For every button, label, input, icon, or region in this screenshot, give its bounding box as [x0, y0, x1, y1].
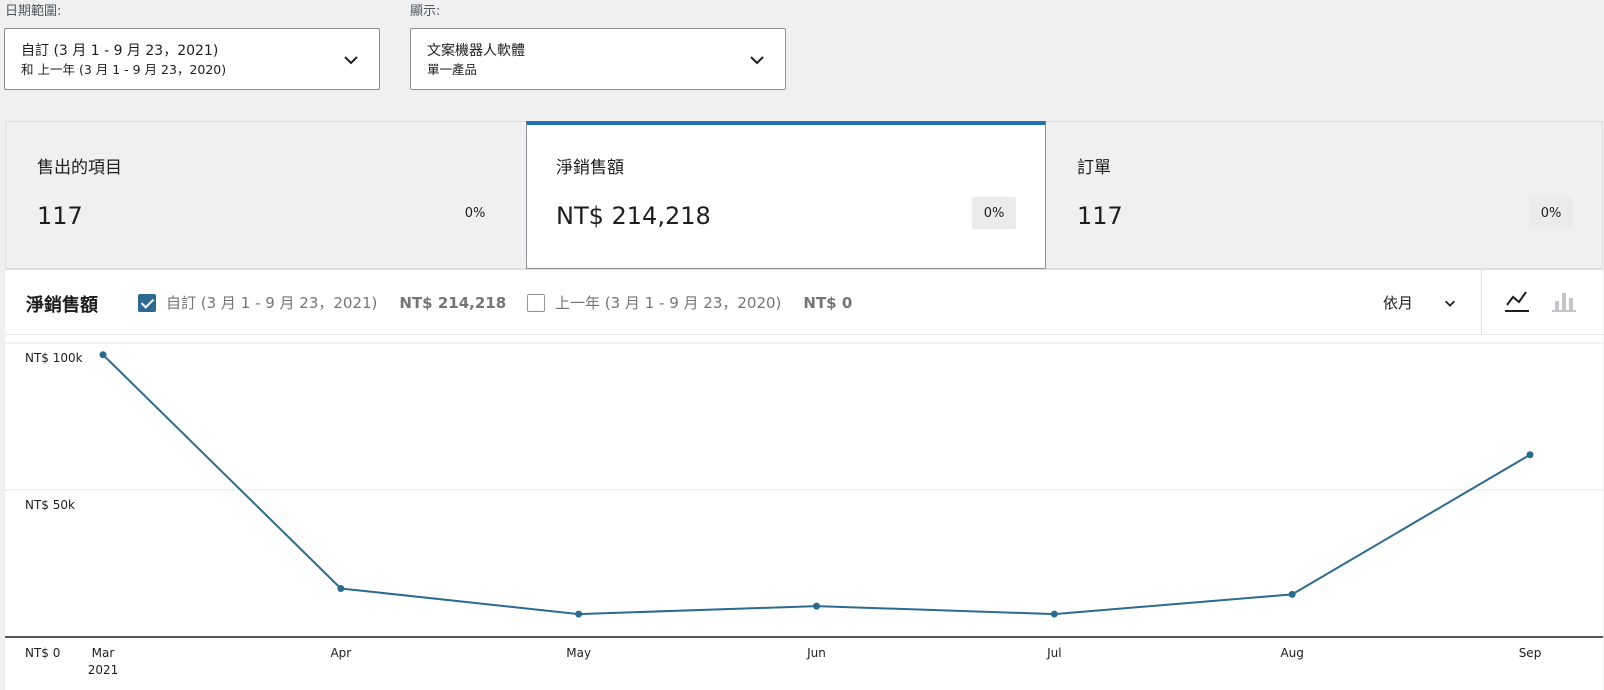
summary-card-orders[interactable]: 訂單 117 0%	[1046, 121, 1603, 269]
show-label: 顯示:	[410, 4, 441, 19]
x-tick-label: May	[566, 646, 591, 660]
divider	[1481, 270, 1482, 334]
legend-total: NT$ 0	[803, 293, 853, 312]
legend-label: 自訂 (3 月 1 - 9 月 23，2021)	[166, 294, 378, 312]
summary-value: NT$ 214,218	[556, 202, 711, 230]
date-range-primary: 自訂 (3 月 1 - 9 月 23，2021)	[21, 43, 219, 59]
data-point	[1288, 590, 1296, 598]
checkbox-unchecked-icon[interactable]	[527, 293, 545, 312]
x-tick-label: Jun	[806, 646, 826, 660]
x-tick-label: Mar	[92, 646, 115, 660]
legend-label: 上一年 (3 月 1 - 9 月 23，2020)	[555, 294, 782, 312]
date-range-dropdown[interactable]: 自訂 (3 月 1 - 9 月 23，2021) 和 上一年 (3 月 1 - …	[4, 28, 380, 90]
summary-delta: 0%	[464, 205, 486, 221]
data-point	[1526, 451, 1534, 459]
show-dropdown[interactable]: 文案機器人軟體 單一產品	[410, 28, 786, 90]
summary-value: 117	[1077, 202, 1123, 230]
chart-header: 淨銷售額 自訂 (3 月 1 - 9 月 23，2021) NT$ 214,21…	[5, 270, 1603, 335]
x-tick-label: Apr	[330, 646, 351, 660]
legend-previous-year[interactable]: 上一年 (3 月 1 - 9 月 23，2020) NT$ 0	[527, 292, 852, 313]
summary-title: 售出的項目	[37, 158, 122, 178]
data-point	[99, 351, 107, 359]
chevron-down-icon	[750, 56, 764, 65]
checkbox-checked-icon[interactable]	[138, 293, 156, 312]
data-point	[813, 602, 820, 610]
legend-total: NT$ 214,218	[399, 293, 507, 312]
x-tick-label: Aug	[1280, 646, 1303, 660]
summary-numbers: 售出的項目 117 0% 淨銷售額 NT$ 214,218 0% 訂單 117 …	[5, 121, 1603, 269]
bar-chart-icon[interactable]	[1551, 288, 1577, 314]
show-secondary: 單一產品	[427, 62, 478, 77]
summary-card-net-sales[interactable]: 淨銷售額 NT$ 214,218 0%	[526, 121, 1046, 269]
interval-label: 依月	[1383, 294, 1414, 312]
x-tick-label: Sep	[1519, 646, 1542, 660]
summary-delta: 0%	[972, 197, 1016, 229]
x-tick-label: Jul	[1046, 646, 1061, 660]
chevron-down-icon	[344, 56, 358, 65]
x-tick-sublabel: 2021	[88, 663, 119, 677]
series-line	[102, 354, 1531, 616]
data-point	[575, 610, 583, 618]
chart-title: 淨銷售額	[26, 295, 98, 316]
summary-card-items-sold[interactable]: 售出的項目 117 0%	[5, 121, 526, 269]
y-tick-label: NT$ 0	[25, 646, 60, 660]
data-point	[1050, 610, 1058, 618]
net-sales-line-chart: NT$ 0 NT$ 50k NT$ 100k Mar Apr May Jun Jul Aug Se…	[5, 342, 1603, 677]
date-range-compare: 和 上一年 (3 月 1 - 9 月 23，2020)	[21, 62, 227, 77]
summary-delta: 0%	[1529, 197, 1573, 229]
chevron-down-icon	[1445, 300, 1456, 307]
summary-title: 淨銷售額	[556, 158, 624, 178]
line-chart-icon[interactable]	[1504, 288, 1530, 314]
summary-title: 訂單	[1077, 158, 1111, 178]
summary-value: 117	[37, 202, 83, 230]
chart-panel: 淨銷售額 自訂 (3 月 1 - 9 月 23，2021) NT$ 214,21…	[5, 269, 1603, 690]
show-primary: 文案機器人軟體	[427, 43, 525, 59]
interval-select[interactable]: 依月	[1383, 292, 1457, 313]
data-point	[337, 584, 345, 592]
y-tick-label: NT$ 100k	[25, 351, 83, 365]
legend-current-period[interactable]: 自訂 (3 月 1 - 9 月 23，2021) NT$ 214,218	[138, 292, 506, 313]
y-tick-label: NT$ 50k	[25, 498, 75, 512]
date-range-label: 日期範圍:	[5, 4, 62, 19]
